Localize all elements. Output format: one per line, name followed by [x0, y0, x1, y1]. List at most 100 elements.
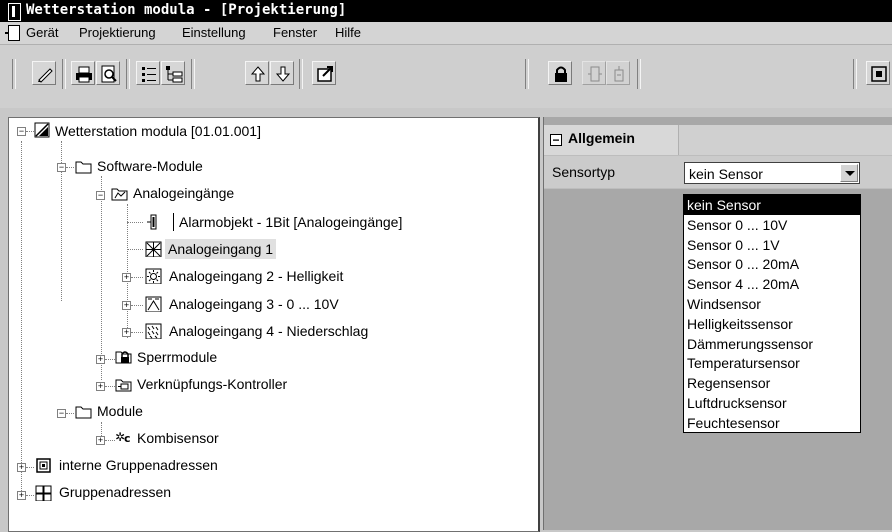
combi-sensor-icon: ✲c	[115, 430, 131, 445]
sensor-type-select[interactable]: kein Sensor	[684, 162, 860, 184]
toolbar-grip[interactable]	[853, 59, 857, 89]
toolbar-separator	[191, 59, 195, 89]
collapse-toggle[interactable]: −	[57, 409, 66, 418]
module-add-icon	[614, 66, 624, 82]
edit-button[interactable]	[32, 61, 56, 85]
expand-toggle[interactable]: +	[122, 328, 131, 337]
collapse-toggle[interactable]: −	[550, 134, 562, 146]
group-address-button[interactable]	[866, 61, 890, 85]
dropdown-option[interactable]: Temperatursensor	[684, 353, 860, 373]
tree-view-button[interactable]	[161, 61, 185, 85]
group-address-icon	[871, 66, 887, 82]
logic-controller-icon	[115, 379, 132, 392]
tree-connector	[66, 413, 74, 414]
menu-fenster[interactable]: Fenster	[273, 25, 317, 40]
dropdown-arrow-icon[interactable]	[840, 164, 858, 182]
dropdown-option[interactable]: Sensor 0 ... 10V	[684, 215, 860, 235]
module-button[interactable]	[582, 61, 606, 85]
lock-icon	[555, 66, 567, 82]
weather-station-icon	[34, 122, 50, 138]
print-icon	[76, 66, 92, 83]
svg-text:c: c	[124, 432, 131, 445]
internal-group-icon	[36, 458, 51, 473]
tree-connector	[131, 332, 143, 333]
toolbar-separator	[299, 59, 303, 89]
rain-icon	[145, 323, 162, 339]
dropdown-option[interactable]: Luftdrucksensor	[684, 393, 860, 413]
move-up-button[interactable]	[245, 61, 269, 85]
collapse-toggle[interactable]: −	[17, 127, 26, 136]
expand-toggle[interactable]: +	[96, 436, 105, 445]
sensor-type-label: Sensortyp	[552, 164, 616, 180]
module-add-button[interactable]	[606, 61, 630, 85]
print-button[interactable]	[71, 61, 95, 85]
dropdown-option[interactable]: Regensensor	[684, 373, 860, 393]
sensor-type-value: kein Sensor	[689, 166, 763, 182]
collapse-toggle[interactable]: −	[96, 191, 105, 200]
menu-hilfe[interactable]: Hilfe	[335, 25, 361, 40]
expand-toggle[interactable]: +	[122, 301, 131, 310]
title-bar: Wetterstation modula - [Projektierung]	[0, 0, 892, 22]
edit-icon	[38, 68, 53, 83]
brightness-icon	[145, 268, 162, 284]
collapse-toggle[interactable]: −	[57, 163, 66, 172]
dropdown-option[interactable]: Helligkeitssensor	[684, 314, 860, 334]
toolbar-separator	[126, 59, 130, 89]
dropdown-option[interactable]: kein Sensor	[684, 195, 860, 215]
analog-input-icon	[145, 241, 162, 257]
section-value-cell	[678, 125, 892, 155]
document-icon[interactable]	[5, 25, 20, 41]
tree-connector	[131, 305, 143, 306]
dropdown-option[interactable]: Sensor 0 ... 1V	[684, 235, 860, 255]
section-header[interactable]: − Allgemein	[550, 130, 676, 150]
expand-toggle[interactable]: +	[17, 491, 26, 500]
sensor-type-row: Sensortyp kein Sensor	[544, 156, 892, 189]
analog-inputs-icon	[111, 188, 128, 201]
tree-connector	[105, 386, 115, 387]
expand-toggle[interactable]: +	[96, 355, 105, 364]
sensor-type-dropdown[interactable]: kein Sensor Sensor 0 ... 10V Sensor 0 ... …	[683, 194, 861, 433]
project-tree[interactable]: − Wetterstation modula [01.01.001] − Sof…	[8, 117, 540, 532]
lock-button[interactable]	[548, 61, 572, 85]
arrow-up-icon	[250, 66, 266, 82]
toolbar	[0, 45, 892, 108]
list-view-button[interactable]	[136, 61, 160, 85]
folder-icon	[75, 406, 92, 419]
toolbar-grip[interactable]	[12, 59, 16, 89]
tree-connector	[26, 467, 34, 468]
export-button[interactable]	[312, 61, 336, 85]
dropdown-option[interactable]: Sensor 4 ... 20mA	[684, 274, 860, 294]
tree-connector	[101, 176, 102, 380]
section-title: Allgemein	[568, 130, 635, 146]
section-header-row: − Allgemein	[544, 125, 892, 156]
menu-geraet[interactable]: Gerät	[26, 25, 59, 40]
alarm-object-icon	[147, 214, 157, 230]
toolbar-separator	[62, 59, 66, 89]
module-icon	[588, 66, 602, 82]
window-title: Wetterstation modula - [Projektierung]	[26, 2, 347, 18]
print-preview-button[interactable]	[96, 61, 120, 85]
expand-toggle[interactable]: +	[17, 463, 26, 472]
tree-connector	[105, 359, 115, 360]
dropdown-option[interactable]: Sensor 0 ... 20mA	[684, 254, 860, 274]
move-down-button[interactable]	[270, 61, 294, 85]
dropdown-option[interactable]: Dämmerungssensor	[684, 334, 860, 354]
expand-toggle[interactable]: +	[96, 382, 105, 391]
separator-icon	[173, 213, 174, 231]
tree-item-analog-1[interactable]: Analogeingang 1	[165, 239, 277, 259]
tree-view-icon	[166, 66, 183, 83]
tree-connector	[127, 204, 128, 338]
dropdown-option[interactable]: Feuchtesensor	[684, 413, 860, 433]
menu-einstellung[interactable]: Einstellung	[182, 25, 246, 40]
lock-module-icon	[115, 351, 132, 364]
menu-projektierung[interactable]: Projektierung	[79, 25, 156, 40]
arrow-down-icon	[275, 66, 291, 82]
expand-toggle[interactable]: +	[122, 273, 131, 282]
dropdown-option[interactable]: Windsensor	[684, 294, 860, 314]
voltage-icon	[145, 296, 162, 312]
property-panel: − Allgemein Sensortyp kein Sensor kein Se…	[543, 117, 892, 530]
toolbar-separator	[637, 59, 641, 89]
toolbar-grip[interactable]	[525, 59, 529, 89]
tree-connector	[105, 440, 115, 441]
tree-connector	[66, 167, 74, 168]
